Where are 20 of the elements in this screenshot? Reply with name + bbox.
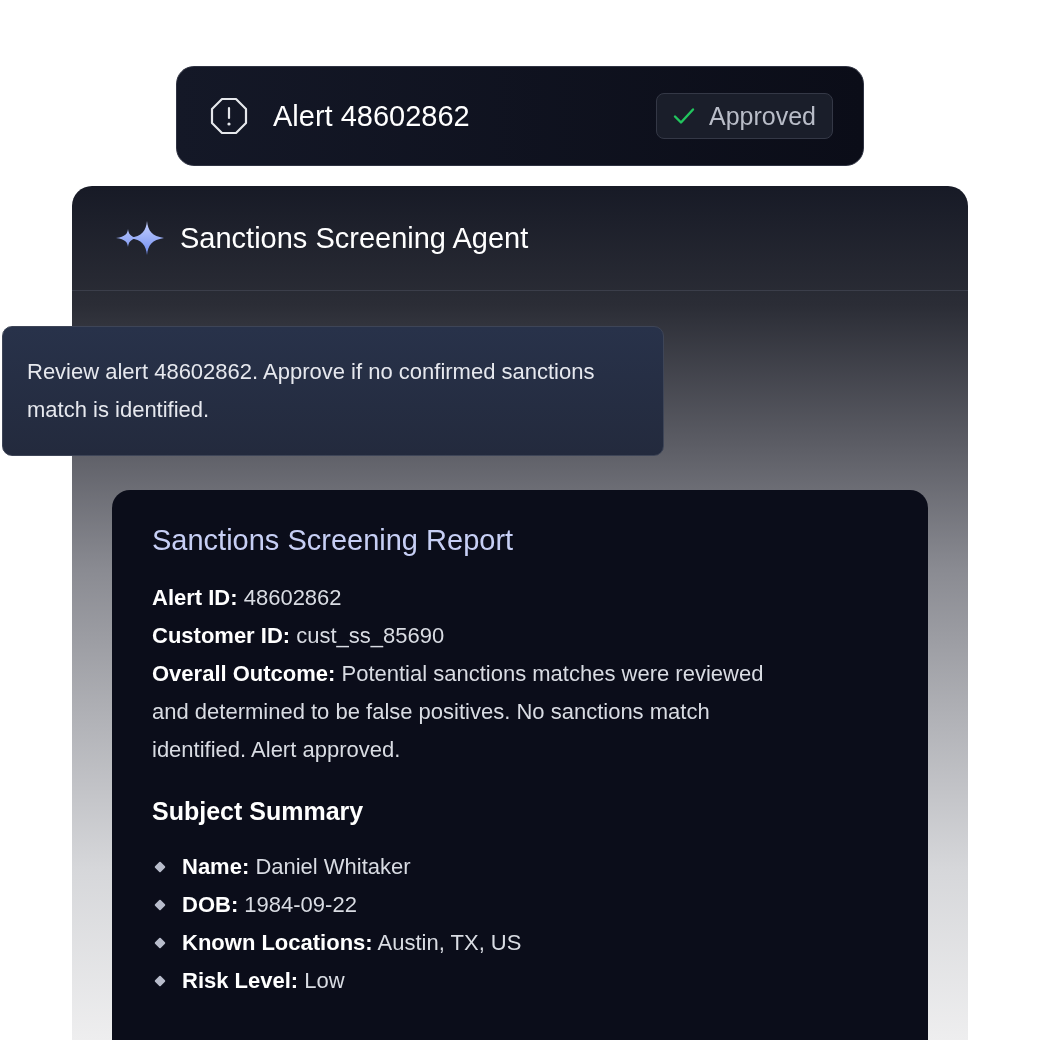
subject-field: Risk Level: Low — [182, 962, 345, 1000]
subject-field: DOB: 1984-09-22 — [182, 886, 357, 924]
bullet-icon — [154, 975, 166, 987]
section-title: Subject Summary — [152, 797, 365, 826]
status-badge: Approved — [655, 93, 833, 139]
report-title: Sanctions Screening Report — [152, 524, 515, 557]
subject-field: Name: Daniel Whitaker — [182, 848, 411, 886]
message-bubble: Review alert 48602862. Approve if no confirmed sanctions match is identified. — [2, 326, 664, 456]
sparkle-icon — [116, 221, 164, 255]
report-field: Customer ID: cust_ss_85690 — [152, 617, 772, 655]
bullet-icon — [154, 937, 166, 949]
check-icon — [672, 107, 695, 125]
bullet-icon — [154, 861, 166, 873]
bullet-icon — [154, 899, 166, 911]
subject-field: Known Locations: Austin, TX, US — [182, 924, 522, 962]
report-field: Alert ID: 48602862 — [152, 579, 772, 617]
warning-octagon-icon — [209, 96, 249, 136]
alert-title: Alert 48602862 — [273, 99, 471, 133]
report-field: Overall Outcome: Potential sanctions matches were reviewed and determined to be false positives. No sanctions match identified. Alert approved. — [152, 655, 772, 769]
agent-title: Sanctions Screening Agent — [180, 221, 529, 255]
